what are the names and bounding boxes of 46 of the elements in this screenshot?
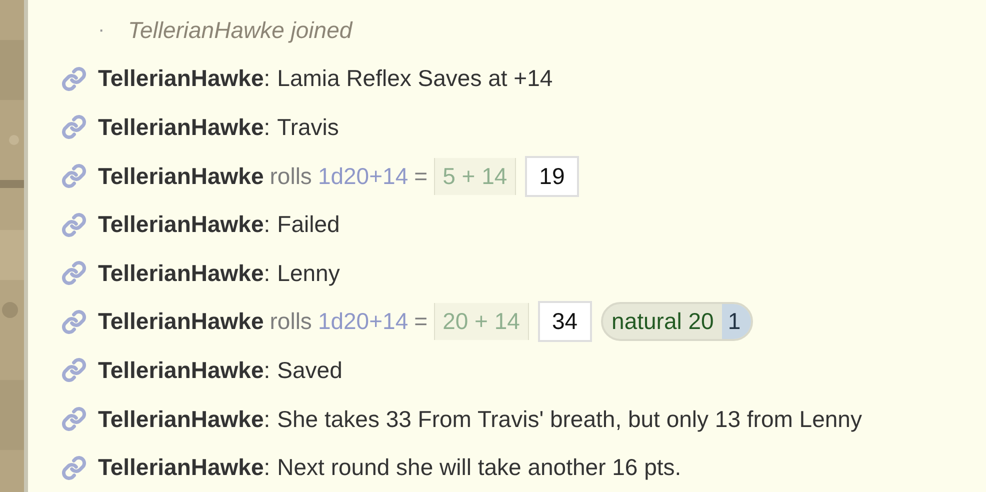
- link-icon[interactable]: [61, 163, 87, 190]
- roll-total: 19: [525, 156, 579, 197]
- tag-label: natural 20: [610, 307, 715, 336]
- author-name: TellerianHawke: [98, 114, 264, 141]
- message-text: Travis: [277, 114, 339, 141]
- separator: :: [264, 65, 270, 92]
- roll-breakdown: 5 + 14: [434, 158, 516, 195]
- link-icon[interactable]: [61, 260, 87, 286]
- bullet: ·: [97, 18, 106, 42]
- author-name: TellerianHawke: [98, 406, 264, 433]
- author-name: TellerianHawke: [98, 162, 264, 190]
- separator: :: [264, 211, 270, 238]
- separator: :: [264, 260, 270, 287]
- separator: :: [264, 454, 270, 482]
- roll-verb: rolls: [270, 308, 312, 336]
- separator: :: [264, 356, 270, 384]
- author-name: TellerianHawke: [98, 308, 264, 336]
- separator: :: [264, 406, 270, 433]
- author-name: TellerianHawke: [98, 260, 264, 287]
- message-text: She takes 33 From Travis' breath, but only 13 from Lenny: [277, 406, 862, 433]
- link-icon[interactable]: [61, 212, 87, 238]
- link-icon[interactable]: [61, 114, 87, 140]
- author-name: TellerianHawke: [98, 454, 264, 482]
- link-icon[interactable]: [61, 406, 87, 432]
- link-icon[interactable]: [61, 357, 87, 384]
- message-text: Lamia Reflex Saves at +14: [277, 65, 553, 92]
- join-notice: TellerianHawke joined: [128, 16, 352, 44]
- message-text: Lenny: [277, 260, 340, 287]
- author-name: TellerianHawke: [98, 211, 264, 238]
- message-text: Failed: [277, 211, 340, 238]
- link-icon[interactable]: [61, 308, 87, 335]
- link-icon[interactable]: [61, 66, 87, 92]
- message-text: Saved: [277, 356, 342, 384]
- equals-sign: =: [414, 308, 428, 336]
- roll-breakdown: 20 + 14: [434, 303, 529, 340]
- author-name: TellerianHawke: [98, 65, 264, 92]
- roll-formula: 1d20+14: [318, 162, 408, 190]
- roll-total: 34: [538, 301, 592, 342]
- equals-sign: =: [414, 162, 428, 190]
- separator: :: [264, 114, 270, 141]
- message-text: Next round she will take another 16 pts.: [277, 454, 682, 482]
- tag-count: 1: [722, 304, 751, 340]
- author-name: TellerianHawke: [98, 356, 264, 384]
- roll-formula: 1d20+14: [318, 308, 408, 336]
- roll-verb: rolls: [270, 162, 312, 190]
- link-icon[interactable]: [61, 454, 87, 481]
